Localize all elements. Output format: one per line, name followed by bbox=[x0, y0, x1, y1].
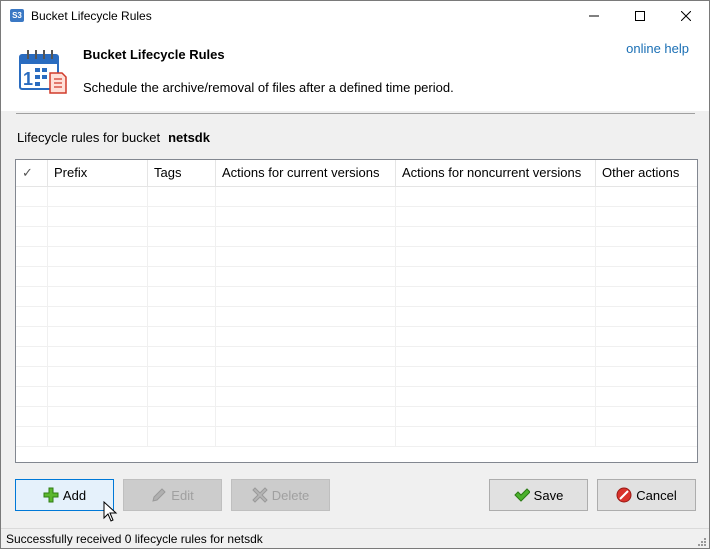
empty-row bbox=[16, 347, 697, 367]
header-description: Schedule the archive/removal of files af… bbox=[83, 80, 454, 95]
bucket-label-line: Lifecycle rules for bucket netsdk bbox=[17, 130, 210, 145]
empty-row bbox=[16, 367, 697, 387]
title-bar[interactable]: S3 Bucket Lifecycle Rules bbox=[1, 1, 709, 31]
dialog-header: 1 Bucket Lifecycle Rules Schedule the ar… bbox=[1, 31, 709, 111]
bucket-label: Lifecycle rules for bucket bbox=[17, 130, 161, 145]
resize-grip-icon[interactable] bbox=[697, 537, 707, 547]
close-button[interactable] bbox=[663, 1, 709, 31]
pencil-icon bbox=[152, 488, 167, 502]
status-text: Successfully received 0 lifecycle rules … bbox=[6, 532, 263, 546]
add-button-label: Add bbox=[62, 487, 87, 503]
save-button-label: Save bbox=[533, 487, 564, 503]
empty-row bbox=[16, 407, 697, 427]
app-icon: S3 bbox=[10, 9, 24, 22]
header-title: Bucket Lifecycle Rules bbox=[83, 47, 225, 62]
maximize-button[interactable] bbox=[617, 1, 663, 31]
maximize-icon bbox=[635, 11, 645, 21]
empty-row bbox=[16, 307, 697, 327]
empty-row bbox=[16, 267, 697, 287]
column-header-other-actions[interactable]: Other actions bbox=[596, 160, 695, 186]
edit-button[interactable]: Edit bbox=[123, 479, 222, 511]
empty-row bbox=[16, 187, 697, 207]
add-button[interactable]: Add bbox=[15, 479, 114, 511]
bucket-name: netsdk bbox=[168, 130, 210, 145]
empty-row bbox=[16, 227, 697, 247]
cancel-button-label: Cancel bbox=[636, 487, 677, 503]
save-button[interactable]: Save bbox=[489, 479, 588, 511]
minimize-button[interactable] bbox=[571, 1, 617, 31]
window-title: Bucket Lifecycle Rules bbox=[31, 9, 152, 23]
header-separator bbox=[16, 113, 695, 114]
empty-row bbox=[16, 207, 697, 227]
table-body bbox=[16, 187, 697, 447]
status-bar: Successfully received 0 lifecycle rules … bbox=[1, 528, 709, 548]
lifecycle-rules-table[interactable]: ✓ Prefix Tags Actions for current versio… bbox=[15, 159, 698, 463]
empty-row bbox=[16, 387, 697, 407]
minimize-icon bbox=[589, 15, 599, 17]
calendar-icon: 1 bbox=[19, 50, 67, 94]
delete-x-icon bbox=[251, 487, 268, 503]
empty-row bbox=[16, 247, 697, 267]
column-header-tags[interactable]: Tags bbox=[148, 160, 216, 186]
empty-row bbox=[16, 287, 697, 307]
plus-icon bbox=[43, 487, 59, 503]
svg-text:1: 1 bbox=[23, 69, 33, 89]
table-header: ✓ Prefix Tags Actions for current versio… bbox=[16, 160, 697, 187]
lifecycle-rules-window: S3 Bucket Lifecycle Rules 1 Bucket Lifec… bbox=[0, 0, 710, 549]
checkmark-icon bbox=[513, 488, 530, 502]
column-header-prefix[interactable]: Prefix bbox=[48, 160, 148, 186]
delete-button[interactable]: Delete bbox=[231, 479, 330, 511]
cancel-icon bbox=[616, 487, 632, 503]
column-header-current-actions[interactable]: Actions for current versions bbox=[216, 160, 396, 186]
online-help-link[interactable]: online help bbox=[626, 41, 689, 56]
empty-row bbox=[16, 427, 697, 447]
edit-button-label: Edit bbox=[171, 487, 194, 503]
mouse-cursor-icon bbox=[103, 501, 118, 522]
empty-row bbox=[16, 327, 697, 347]
delete-button-label: Delete bbox=[271, 487, 310, 503]
column-header-check[interactable]: ✓ bbox=[16, 160, 48, 186]
column-header-noncurrent-actions[interactable]: Actions for noncurrent versions bbox=[396, 160, 596, 186]
close-icon bbox=[681, 11, 691, 21]
cancel-button[interactable]: Cancel bbox=[597, 479, 696, 511]
